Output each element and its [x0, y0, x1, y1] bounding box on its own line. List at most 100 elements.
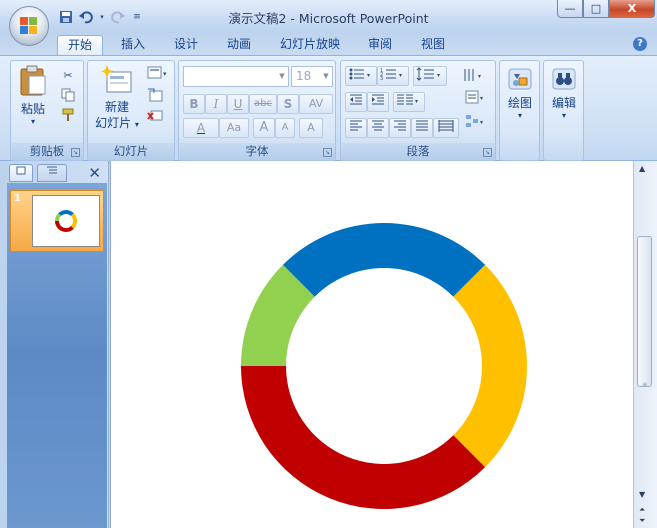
shadow-button[interactable]: S — [277, 94, 299, 114]
slide-number: 1 — [14, 193, 21, 204]
scroll-thumb[interactable]: ≡ — [637, 236, 652, 388]
font-size-field[interactable]: 18 ▼ — [291, 66, 333, 87]
align-left-button[interactable] — [345, 118, 367, 138]
next-slide-icon[interactable]: ⏷ — [639, 516, 645, 526]
format-painter-icon[interactable] — [59, 107, 77, 123]
editing-button[interactable]: 编辑 ▾ — [545, 67, 583, 121]
paragraph-launcher-icon[interactable]: ↘ — [483, 148, 492, 157]
distributed-icon — [438, 120, 454, 132]
vertical-scrollbar[interactable]: ▲ ≡ ▼ ⏶ ⏷ — [633, 161, 657, 528]
layout-icon[interactable]: ▾ — [146, 65, 170, 81]
change-case-button[interactable]: Aa — [219, 118, 249, 138]
clipboard-launcher-icon[interactable]: ↘ — [71, 148, 80, 157]
justify-button[interactable] — [411, 118, 433, 138]
title-bar: ▾ ≡ 演示文稿2 - Microsoft PowerPoint — □ X — [0, 0, 657, 46]
justify-icon — [416, 120, 428, 131]
drawing-label: 绘图 — [507, 96, 532, 110]
ribbon-tabs: 开始 插入 设计 动画 幻灯片放映 审阅 视图 ? — [0, 33, 657, 55]
svg-text:▾: ▾ — [163, 70, 167, 78]
cut-icon[interactable]: ✂ — [59, 67, 77, 83]
close-button[interactable]: X — [609, 0, 655, 18]
help-icon[interactable]: ? — [633, 37, 647, 51]
donut-chart[interactable] — [111, 161, 634, 528]
bullets-icon: ▾ — [349, 68, 370, 80]
donut-slice-0[interactable] — [282, 223, 486, 297]
minimize-button[interactable]: — — [557, 0, 583, 18]
tab-view[interactable]: 视图 — [411, 35, 455, 55]
tab-review[interactable]: 审阅 — [358, 35, 402, 55]
svg-text:▾: ▾ — [415, 98, 418, 105]
slide-canvas[interactable] — [110, 161, 633, 528]
bold-button[interactable]: B — [183, 94, 205, 114]
slide-thumbnail — [32, 195, 100, 247]
slides-pane: ✕ 1 — [0, 161, 109, 528]
thumbnail-donut — [55, 210, 78, 232]
thumb-slice-0 — [58, 210, 74, 217]
strikethrough-button[interactable]: abc — [249, 94, 277, 114]
grow-font-button[interactable]: A — [253, 118, 275, 138]
align-text-icon[interactable]: ▾ — [465, 89, 489, 105]
align-right-icon — [394, 120, 406, 131]
svg-text:▾: ▾ — [480, 119, 483, 126]
smartart-icon[interactable]: ▾ — [465, 113, 489, 129]
italic-button[interactable]: I — [205, 94, 227, 114]
editing-group: 编辑 ▾ — [543, 60, 584, 161]
thumb-slice-2 — [55, 221, 74, 232]
chevron-down-icon: ▼ — [323, 72, 329, 80]
maximize-button[interactable]: □ — [583, 0, 609, 18]
shapes-icon — [508, 68, 532, 90]
line-spacing-icon: ▾ — [416, 67, 440, 81]
donut-slice-1[interactable] — [453, 264, 527, 468]
character-spacing-button[interactable]: AV — [299, 94, 333, 114]
shrink-font-button[interactable]: A — [275, 118, 295, 138]
close-pane-icon[interactable]: ✕ — [88, 166, 101, 181]
columns-icon: ▾ — [397, 94, 418, 105]
paragraph-group: ▾ 1 2 3 ▾ ▾ ▾ ▾ ▾ ▾ 段落 ↘ — [340, 60, 496, 161]
tab-design[interactable]: 设计 — [164, 35, 208, 55]
align-center-button[interactable] — [367, 118, 389, 138]
tab-slideshow[interactable]: 幻灯片放映 — [270, 35, 350, 55]
reset-slide-icon[interactable] — [146, 87, 164, 103]
copy-icon[interactable] — [59, 87, 77, 103]
font-launcher-icon[interactable]: ↘ — [323, 148, 332, 157]
clear-formatting-button[interactable]: A — [299, 118, 323, 138]
editing-arrow-icon: ▾ — [561, 111, 566, 120]
line-spacing-button[interactable]: ▾ — [413, 66, 447, 86]
paste-button[interactable]: 粘贴 ▾ — [15, 65, 51, 127]
donut-slice-2[interactable] — [241, 366, 486, 509]
font-name-field[interactable]: ▼ — [183, 66, 289, 87]
office-button[interactable] — [9, 6, 49, 46]
chevron-down-icon: ▼ — [279, 72, 285, 80]
decrease-indent-button[interactable] — [345, 92, 367, 112]
tab-animations[interactable]: 动画 — [217, 35, 261, 55]
drawing-button[interactable]: 绘图 ▾ — [501, 67, 539, 121]
find-binoculars-icon — [552, 68, 576, 90]
columns-button[interactable]: ▾ — [393, 92, 425, 112]
tab-outline[interactable] — [37, 164, 67, 182]
underline-button[interactable]: U — [227, 94, 249, 114]
text-direction-icon[interactable]: ▾ — [461, 67, 489, 83]
delete-slide-icon[interactable] — [146, 107, 164, 123]
previous-slide-icon[interactable]: ⏶ — [639, 505, 645, 515]
svg-text:▾: ▾ — [478, 73, 481, 80]
decrease-indent-icon — [350, 94, 362, 105]
bullets-button[interactable]: ▾ — [345, 66, 377, 86]
scroll-up-icon[interactable]: ▲ — [639, 164, 645, 173]
new-slide-icon — [101, 65, 132, 93]
tab-home[interactable]: 开始 — [57, 35, 104, 55]
tab-insert[interactable]: 插入 — [111, 35, 155, 55]
align-right-button[interactable] — [389, 118, 411, 138]
tab-slides-thumbnails[interactable] — [9, 164, 33, 182]
numbering-button[interactable]: 1 2 3 ▾ — [377, 66, 409, 86]
font-group: ▼ 18 ▼ B I U abc S AV A Aa A A A 字体 ↘ — [178, 60, 336, 161]
align-center-icon — [372, 120, 384, 131]
increase-indent-button[interactable] — [367, 92, 389, 112]
scroll-down-icon[interactable]: ▼ — [639, 490, 645, 499]
clipboard-group: 粘贴 ▾ ✂ 剪贴板 ↘ — [10, 60, 84, 161]
font-color-button[interactable]: A — [183, 118, 219, 138]
slide-thumbnail-icon — [16, 166, 26, 175]
new-slide-button[interactable]: 新建 幻灯片 ▾ — [90, 65, 144, 133]
slide-thumbnail-item[interactable]: 1 — [10, 190, 104, 252]
distributed-button[interactable] — [433, 118, 459, 138]
increase-indent-icon — [372, 94, 384, 105]
